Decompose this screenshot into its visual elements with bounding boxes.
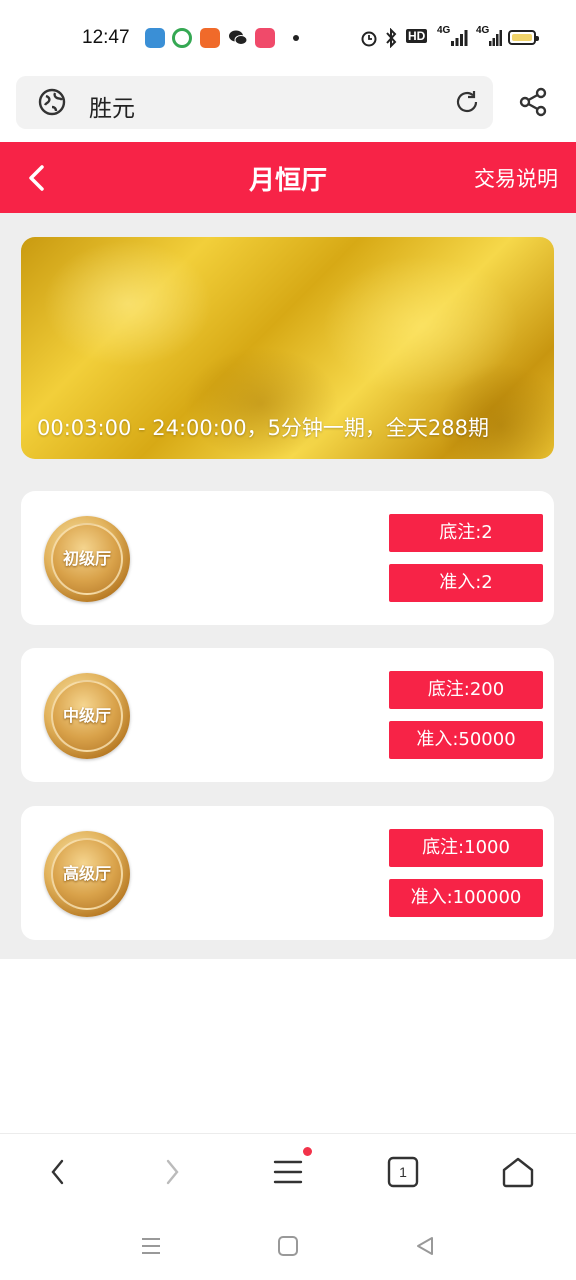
entry-requirement-button[interactable]: 准入:100000 xyxy=(389,879,543,917)
trade-instructions-link[interactable]: 交易说明 xyxy=(474,163,558,193)
room-name: 初级厅 xyxy=(62,549,111,568)
entry-requirement-button[interactable]: 准入:50000 xyxy=(389,721,543,759)
medal-icon: 高级厅 xyxy=(44,831,130,917)
url-text[interactable]: 胜元 xyxy=(89,89,135,123)
page-header: 月恒厅 交易说明 xyxy=(0,142,576,213)
app-icon-3 xyxy=(200,28,220,48)
medal-icon: 中级厅 xyxy=(44,673,130,759)
content-area: 00:03:00 - 24:00:00，5分钟一期，全天288期 初级厅 底注:… xyxy=(0,213,576,959)
bluetooth-icon xyxy=(384,27,398,49)
hd-badge: HD xyxy=(406,29,428,43)
app-icon-5 xyxy=(255,28,275,48)
room-card-intermediate[interactable]: 中级厅 底注:200 准入:50000 xyxy=(21,648,554,782)
globe-icon xyxy=(38,88,66,116)
base-bet-button[interactable]: 底注:2 xyxy=(389,514,543,552)
status-bar: 12:47 HD 4G 4G xyxy=(0,0,576,72)
wechat-icon xyxy=(228,28,248,48)
browser-bottom-bar: 1 xyxy=(0,1133,576,1209)
tabs-button[interactable]: 1 xyxy=(387,1156,419,1188)
menu-icon[interactable] xyxy=(272,1156,304,1188)
base-bet-button[interactable]: 底注:1000 xyxy=(389,829,543,867)
room-name: 中级厅 xyxy=(62,706,111,725)
app-icon-1 xyxy=(145,28,165,48)
refresh-icon[interactable] xyxy=(453,88,481,116)
signal-icon-1 xyxy=(450,29,468,51)
schedule-text: 00:03:00 - 24:00:00，5分钟一期，全天288期 xyxy=(37,416,490,440)
home-nav-icon[interactable] xyxy=(276,1234,300,1258)
notification-dot-icon xyxy=(293,35,299,41)
room-card-junior[interactable]: 初级厅 底注:2 准入:2 xyxy=(21,491,554,625)
menu-notification-dot xyxy=(303,1147,312,1156)
tab-count: 1 xyxy=(399,1164,407,1180)
address-bar[interactable]: 胜元 xyxy=(16,76,493,129)
back-nav-icon[interactable] xyxy=(413,1234,437,1258)
alarm-icon xyxy=(360,29,378,47)
gold-banner: 00:03:00 - 24:00:00，5分钟一期，全天288期 xyxy=(21,237,554,459)
base-bet-button[interactable]: 底注:200 xyxy=(389,671,543,709)
share-icon[interactable] xyxy=(517,86,549,118)
app-icon-2 xyxy=(172,28,192,48)
room-name: 高级厅 xyxy=(62,864,111,883)
entry-requirement-button[interactable]: 准入:2 xyxy=(389,564,543,602)
battery-icon xyxy=(508,30,539,45)
status-time: 12:47 xyxy=(82,27,130,48)
signal-icon-2 xyxy=(488,29,502,51)
forward-arrow-icon[interactable] xyxy=(156,1156,188,1188)
medal-icon: 初级厅 xyxy=(44,516,130,602)
recents-icon[interactable] xyxy=(139,1234,163,1258)
home-icon[interactable] xyxy=(501,1156,534,1188)
system-nav-bar xyxy=(0,1208,576,1280)
room-card-senior[interactable]: 高级厅 底注:1000 准入:100000 xyxy=(21,806,554,940)
back-arrow-icon[interactable] xyxy=(42,1156,74,1188)
network-label-1: 4G xyxy=(437,25,451,36)
